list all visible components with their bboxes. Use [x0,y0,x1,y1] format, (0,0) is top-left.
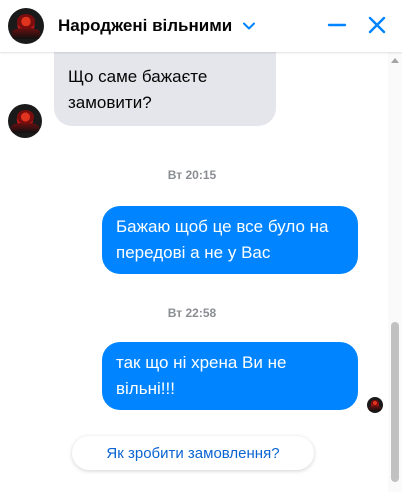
chat-title-button[interactable]: Народжені вільними [58,16,256,36]
close-button[interactable] [364,12,390,38]
chat-avatar[interactable] [8,8,44,44]
header-actions [324,12,390,38]
scrollbar-thumb[interactable] [391,322,399,482]
minimize-button[interactable] [324,12,350,38]
minimize-icon [327,23,347,27]
incoming-message[interactable]: Що саме бажаєте замовити? [54,52,276,126]
timestamp: Вт 22:58 [167,306,217,320]
chat-title: Народжені вільними [58,16,233,35]
close-icon [368,16,386,34]
sender-avatar[interactable] [8,104,42,138]
outgoing-message[interactable]: Бажаю щоб це все було на передові а не у… [102,206,358,274]
chat-header: Народжені вільними [0,0,402,52]
chevron-down-icon [242,19,256,33]
timestamp: Вт 20:15 [167,168,217,182]
suggested-reply-button[interactable]: Як зробити замовлення? [72,436,314,470]
scroll-up-arrow-icon[interactable] [391,58,399,63]
outgoing-message[interactable]: так що ні хрена Ви не вільні!!! [102,342,358,410]
seen-avatar [367,397,383,413]
message-thread[interactable]: Що саме бажаєте замовити? Вт 20:15 Бажаю… [0,52,402,492]
scrollbar[interactable] [388,52,402,492]
